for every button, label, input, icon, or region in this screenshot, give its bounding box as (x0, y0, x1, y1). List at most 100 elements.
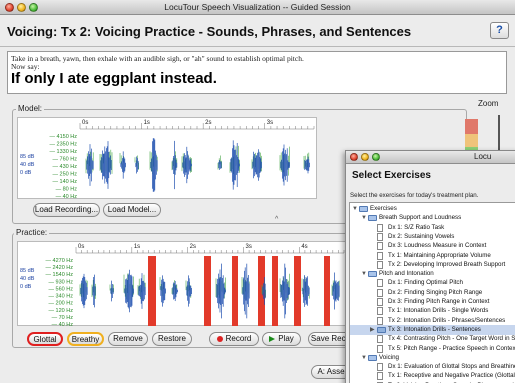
frequency-label: — 1540 Hz (45, 272, 73, 278)
frequency-label: — 430 Hz (53, 164, 78, 170)
glottal-marker (258, 256, 265, 326)
exercise-tree[interactable]: ▼ Exercises ▼ Breath Support and Loudness Dx… (349, 202, 515, 383)
zoom-slider[interactable] (498, 115, 500, 152)
time-tick-label: 1s (144, 120, 150, 126)
dialog-heading: Select Exercises (352, 170, 431, 181)
dialog-close-icon[interactable] (350, 153, 358, 161)
glottal-button[interactable]: Glottal (27, 332, 63, 346)
document-icon (377, 298, 383, 306)
glottal-marker (324, 256, 330, 326)
frequency-label: — 2350 Hz (49, 142, 77, 148)
level-meter-red (465, 119, 478, 134)
decibel-label: 85 dB (20, 268, 35, 274)
decibel-label: 40 dB (20, 162, 35, 168)
splitter-handle[interactable]: ^ (275, 216, 278, 223)
decibel-label: 0 dB (20, 170, 32, 176)
play-icon (269, 336, 276, 342)
record-button-label: Record (225, 334, 252, 343)
time-tick-label: 2s (205, 120, 211, 126)
document-icon (377, 363, 383, 372)
dialog-minimize-icon[interactable] (361, 153, 369, 161)
dialog-zoom-icon[interactable] (372, 153, 380, 161)
instruction-box: Take in a breath, yawn, then exhale with… (7, 51, 507, 94)
frequency-label: — 80 Hz (56, 187, 78, 193)
folder-icon (368, 215, 377, 222)
practice-waveform: 0s 1s 2s 3s 4s — 4270 Hz— 2420 Hz— 1540 Hz— 9… (20, 244, 345, 327)
folder-icon (368, 354, 377, 361)
glottal-marker (232, 256, 238, 326)
level-meter-yellow (465, 134, 478, 147)
document-icon (377, 316, 383, 325)
frequency-label: — 340 Hz (49, 294, 74, 300)
document-icon (377, 242, 383, 251)
help-button[interactable]: ? (490, 22, 509, 39)
load-recording-button[interactable]: Load Recording... (33, 203, 100, 217)
frequency-label: — 760 Hz (53, 157, 78, 163)
dialog-titlebar: Locu (346, 151, 515, 164)
decibel-label: 0 dB (20, 284, 32, 290)
folder-icon (359, 206, 368, 212)
glottal-marker (294, 256, 301, 326)
frequency-label: — 70 Hz (52, 315, 74, 321)
decibel-label: 85 dB (20, 154, 35, 160)
document-icon (377, 307, 383, 316)
frequency-label: — 4150 Hz (49, 134, 77, 140)
folder-icon (368, 271, 377, 278)
decibel-label: 40 dB (20, 276, 35, 282)
frequency-label: — 560 Hz (49, 286, 74, 292)
document-icon (377, 223, 383, 232)
document-icon (377, 344, 383, 353)
record-button[interactable]: Record (209, 332, 259, 346)
document-icon (377, 288, 383, 297)
frequency-label: — 250 Hz (53, 172, 78, 178)
document-icon (377, 372, 383, 381)
document-icon (377, 251, 383, 260)
frequency-label: — 200 Hz (49, 301, 74, 307)
time-tick-label: 0s (78, 244, 84, 250)
practice-label: Practice: (14, 228, 50, 237)
record-icon (216, 336, 223, 342)
glottal-marker (148, 256, 156, 326)
glottal-marker (204, 256, 211, 326)
document-icon (377, 232, 383, 241)
frequency-label: — 140 Hz (53, 179, 78, 185)
window-titlebar: LocuTour Speech Visualization -- Guided … (0, 0, 515, 15)
frequency-label: — 120 Hz (49, 308, 74, 314)
play-button[interactable]: Play (262, 332, 301, 346)
time-tick-label: 4s (301, 244, 307, 250)
frequency-label: — 2420 Hz (45, 265, 73, 271)
frequency-label: — 40 Hz (52, 322, 74, 327)
frequency-label: — 4270 Hz (45, 258, 73, 264)
restore-button[interactable]: Restore (152, 332, 192, 346)
zoom-label: Zoom (478, 99, 499, 108)
header-divider (0, 46, 515, 47)
glottal-marker (272, 256, 278, 326)
page-title: Voicing: Tx 2: Voicing Practice - Sounds… (7, 24, 412, 39)
practice-waveform-panel[interactable]: 0s 1s 2s 3s 4s — 4270 Hz — 2420 Hz — 1540 Hz — 9… (17, 241, 347, 327)
select-exercises-dialog: Locu Select Exercises Select the exercis… (345, 150, 515, 383)
frequency-label: — 1330 Hz (49, 149, 77, 155)
document-icon (377, 335, 383, 344)
time-tick-label: 3s (267, 120, 273, 126)
dialog-subtitle: Select the exercises for today's treatme… (350, 192, 479, 199)
target-sentence: If only I ate eggplant instead. (11, 70, 217, 87)
remove-button[interactable]: Remove (108, 332, 148, 346)
instruction-text: Take in a breath, yawn, then exhale with… (11, 54, 304, 63)
frequency-label: — 930 Hz (49, 279, 74, 285)
model-waveform: 0s 1s 2s 3s — 4150 Hz — 2350 Hz— 1330 Hz — 760… (20, 120, 315, 200)
document-icon (377, 279, 383, 288)
load-model-button[interactable]: Load Model... (103, 203, 161, 217)
window-title: LocuTour Speech Visualization -- Guided … (164, 2, 351, 12)
breathy-button[interactable]: Breathy (67, 332, 104, 346)
document-icon (377, 260, 383, 269)
dialog-title: Locu (474, 152, 492, 161)
model-waveform-panel[interactable]: 0s 1s 2s 3s — 4150 Hz — 2350 Hz — 1330 Hz — 760… (17, 117, 317, 200)
time-tick-label: 3s (246, 244, 252, 250)
play-button-label: Play (278, 334, 294, 343)
time-tick-label: 2s (190, 244, 196, 250)
time-tick-label: 0s (82, 120, 88, 126)
time-tick-label: 1s (134, 244, 140, 250)
frequency-label: — 40 Hz (56, 194, 78, 200)
model-label: Model: (16, 104, 45, 113)
folder-icon (377, 326, 386, 333)
